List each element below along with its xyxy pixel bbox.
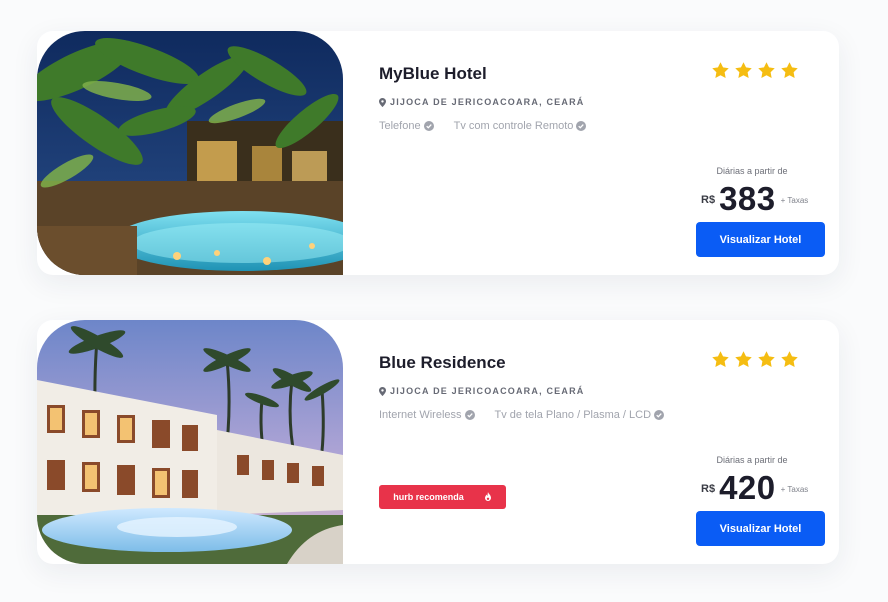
amenity-label: Tv de tela Plano / Plasma / LCD: [494, 409, 652, 421]
hotel-name[interactable]: MyBlue Hotel: [379, 64, 487, 84]
amenities-list: Internet Wireless Tv de tela Plano / Pla…: [379, 409, 665, 421]
star-icon: [780, 61, 799, 80]
amenity-label: Telefone: [379, 120, 421, 132]
amenity-label: Tv com controle Remoto: [453, 120, 574, 132]
amenity-item: Tv com controle Remoto: [454, 120, 587, 132]
view-hotel-button[interactable]: Visualizar Hotel: [696, 511, 825, 546]
star-icon: [780, 350, 799, 369]
price-currency: R$: [701, 194, 716, 206]
price-currency: R$: [701, 483, 716, 495]
star-icon: [734, 61, 753, 80]
amenity-item: Internet Wireless: [379, 409, 475, 421]
hotel-name[interactable]: Blue Residence: [379, 353, 506, 373]
price-caption: Diárias a partir de: [716, 166, 788, 176]
star-icon: [711, 350, 730, 369]
amenity-item: Telefone: [379, 120, 434, 132]
fire-icon: [484, 492, 492, 502]
amenity-item: Tv de tela Plano / Plasma / LCD: [495, 409, 665, 421]
price-amount: 383: [719, 180, 776, 217]
price: R$ 383 + Taxas: [701, 180, 808, 218]
hotel-photo-image: [37, 320, 343, 564]
check-circle-icon: [423, 121, 434, 131]
amenity-label: Internet Wireless: [379, 409, 462, 421]
star-icon: [734, 350, 753, 369]
hotel-photo-image: [37, 31, 343, 275]
view-hotel-button[interactable]: Visualizar Hotel: [696, 222, 825, 257]
check-circle-icon: [654, 410, 665, 420]
recommended-badge-label: hurb recomenda: [393, 492, 464, 502]
hotel-location: JIJOCA DE JERICOACOARA, CEARÁ: [379, 386, 585, 396]
price-caption: Diárias a partir de: [716, 455, 788, 465]
hotel-photo[interactable]: [37, 320, 343, 564]
check-circle-icon: [576, 121, 587, 131]
price-amount: 420: [719, 469, 776, 506]
hotel-location: JIJOCA DE JERICOACOARA, CEARÁ: [379, 97, 585, 107]
hotel-photo[interactable]: [37, 31, 343, 275]
recommended-badge: hurb recomenda: [379, 485, 506, 509]
star-rating: [711, 61, 799, 80]
star-icon: [757, 350, 776, 369]
map-pin-icon: [379, 386, 386, 396]
price-taxes: + Taxas: [780, 484, 809, 494]
check-circle-icon: [464, 410, 475, 420]
hotel-card[interactable]: Blue Residence JIJOCA DE JERICOACOARA, C…: [37, 320, 839, 564]
hotel-location-text: JIJOCA DE JERICOACOARA, CEARÁ: [390, 97, 585, 107]
hotel-location-text: JIJOCA DE JERICOACOARA, CEARÁ: [390, 386, 585, 396]
price-taxes: + Taxas: [780, 195, 809, 205]
amenities-list: Telefone Tv com controle Remoto: [379, 120, 587, 132]
hotel-card[interactable]: MyBlue Hotel JIJOCA DE JERICOACOARA, CEA…: [37, 31, 839, 275]
star-icon: [711, 61, 730, 80]
map-pin-icon: [379, 97, 386, 107]
hotel-results-list: MyBlue Hotel JIJOCA DE JERICOACOARA, CEA…: [0, 0, 888, 602]
price: R$ 420 + Taxas: [701, 469, 808, 507]
star-icon: [757, 61, 776, 80]
star-rating: [711, 350, 799, 369]
